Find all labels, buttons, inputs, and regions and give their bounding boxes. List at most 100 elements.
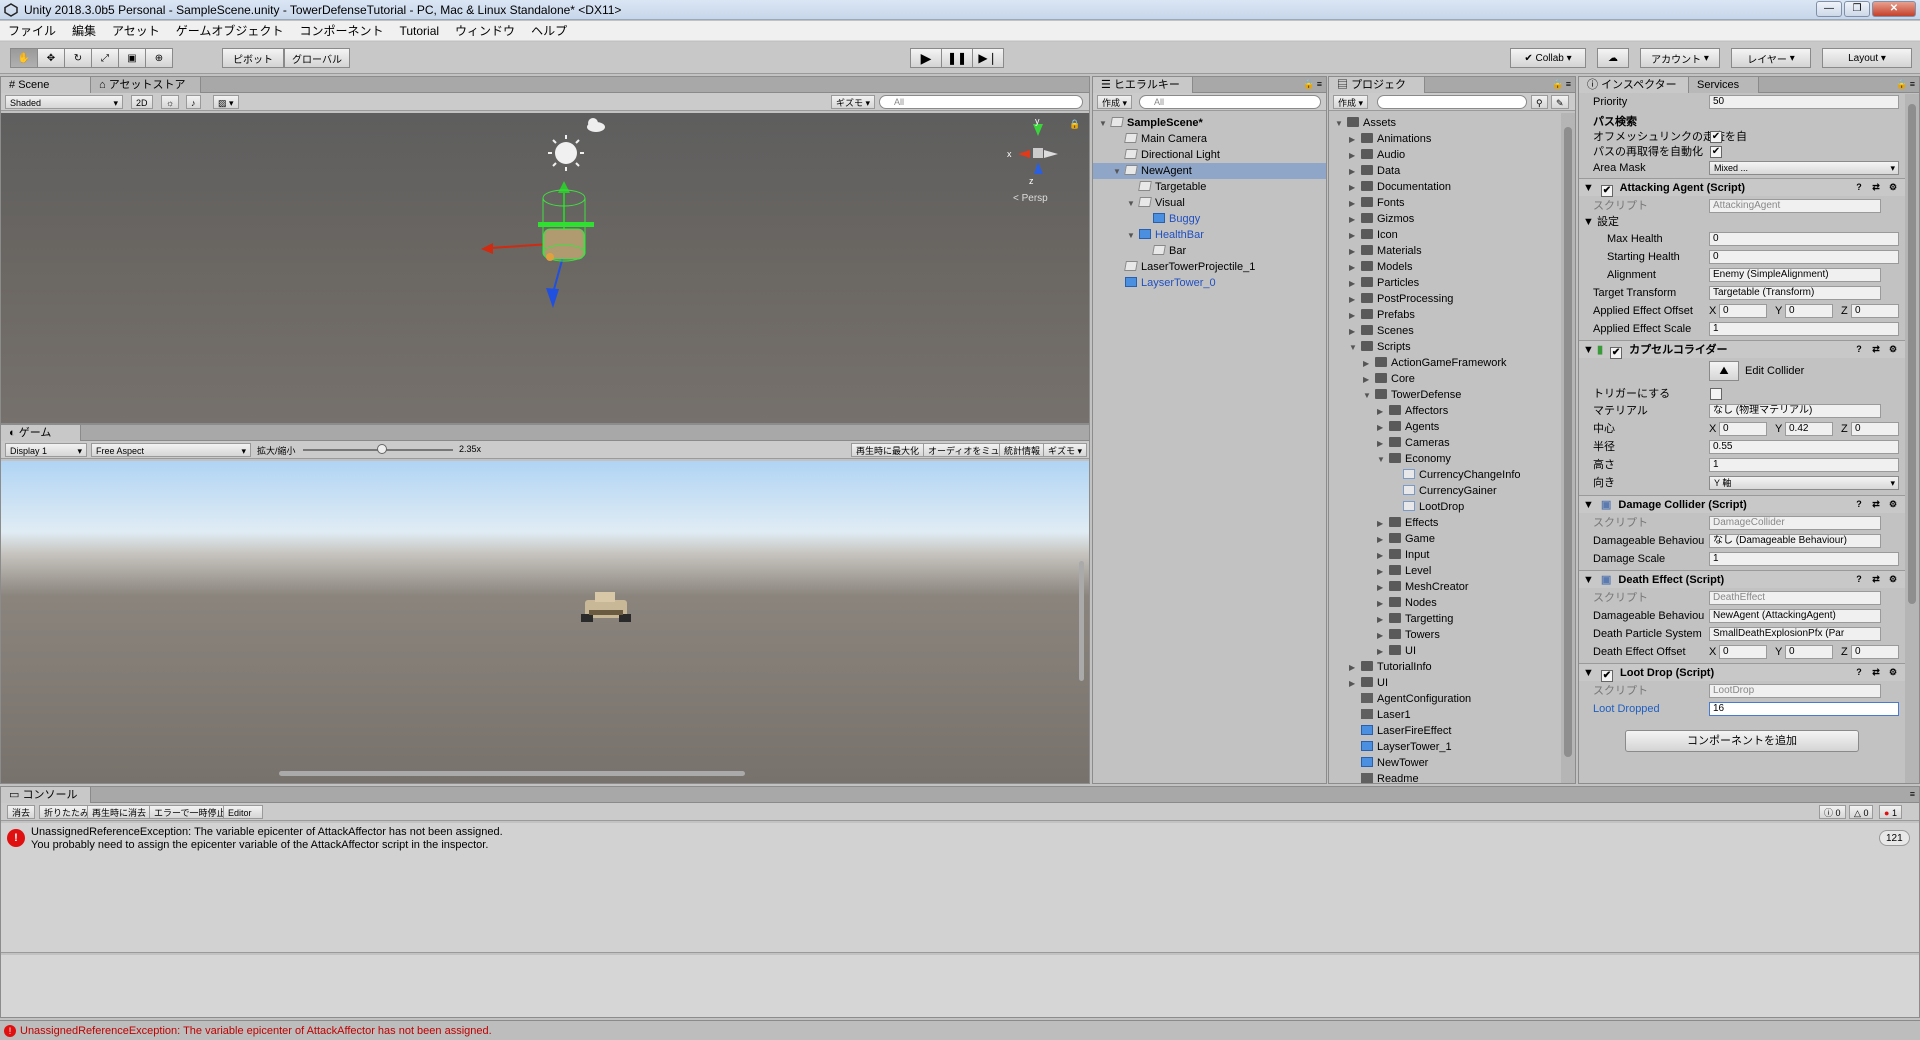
settings-gear-icon[interactable]: ⚙: [1887, 343, 1899, 355]
tab-console[interactable]: ▭ コンソール: [1, 787, 91, 803]
project-item[interactable]: LootDrop: [1329, 499, 1559, 515]
settings-gear-icon[interactable]: ⚙: [1887, 181, 1899, 193]
preset-icon[interactable]: ⇄: [1870, 666, 1882, 678]
foldout-arrow-icon[interactable]: ▶: [1349, 164, 1361, 180]
account-dropdown[interactable]: アカウント ▾: [1640, 48, 1720, 68]
project-item[interactable]: ▶ UI: [1329, 675, 1559, 691]
foldout-arrow-icon[interactable]: ▶: [1349, 212, 1361, 228]
menu-edit[interactable]: 編集: [64, 22, 104, 39]
project-item[interactable]: ▶ Gizmos: [1329, 211, 1559, 227]
hierarchy-item[interactable]: Bar: [1093, 243, 1326, 259]
menu-window[interactable]: ウィンドウ: [447, 22, 523, 39]
foldout-arrow-icon[interactable]: ▶: [1363, 372, 1375, 388]
project-menu-icon[interactable]: 🔒 ≡: [1552, 79, 1571, 90]
hierarchy-item[interactable]: Main Camera: [1093, 131, 1326, 147]
project-item[interactable]: ▶ Level: [1329, 563, 1559, 579]
move-tool-icon[interactable]: ✥: [37, 48, 65, 68]
project-item[interactable]: ▶ Documentation: [1329, 179, 1559, 195]
menu-component[interactable]: コンポーネント: [291, 22, 391, 39]
foldout-arrow-icon[interactable]: ▶: [1377, 580, 1389, 596]
project-item[interactable]: ▶ MeshCreator: [1329, 579, 1559, 595]
foldout-arrow-icon[interactable]: ▼: [1127, 228, 1139, 244]
project-item[interactable]: LayserTower_1: [1329, 739, 1559, 755]
death-behaviour-field[interactable]: NewAgent (AttackingAgent): [1709, 609, 1881, 623]
audio-icon[interactable]: ♪: [186, 95, 201, 109]
help-icon[interactable]: ?: [1853, 343, 1865, 355]
foldout-arrow-icon[interactable]: ▶: [1349, 324, 1361, 340]
log-entry[interactable]: ! UnassignedReferenceException: The vari…: [1, 823, 1919, 857]
foldout-arrow-icon[interactable]: ▶: [1349, 260, 1361, 276]
foldout-arrow-icon[interactable]: ▶: [1349, 292, 1361, 308]
game-viewport[interactable]: [1, 461, 1089, 783]
death-particle-field[interactable]: SmallDeathExplosionPfx (Par: [1709, 627, 1881, 641]
settings-gear-icon[interactable]: ⚙: [1887, 666, 1899, 678]
project-item[interactable]: ▶ Prefabs: [1329, 307, 1559, 323]
layout-dropdown[interactable]: Layout ▾: [1822, 48, 1912, 68]
height-field[interactable]: 1: [1709, 458, 1899, 472]
foldout-arrow-icon[interactable]: ▶: [1377, 596, 1389, 612]
warning-count-toggle[interactable]: △ 0: [1849, 805, 1874, 819]
project-item[interactable]: CurrencyChangeInfo: [1329, 467, 1559, 483]
close-button[interactable]: ✕: [1872, 1, 1916, 17]
target-transform-field[interactable]: Targetable (Transform): [1709, 286, 1881, 300]
offset-y-field[interactable]: 0: [1785, 304, 1833, 318]
foldout-arrow-icon[interactable]: ▶: [1349, 148, 1361, 164]
error-pause-button[interactable]: エラーで一時停止: [149, 805, 231, 819]
project-item[interactable]: ▶ Materials: [1329, 243, 1559, 259]
direction-dropdown[interactable]: Y 軸 ▾: [1709, 476, 1899, 490]
project-item[interactable]: ▶ Scenes: [1329, 323, 1559, 339]
area-mask-dropdown[interactable]: Mixed ... ▾: [1709, 161, 1899, 175]
effects-icon[interactable]: ▨ ▾: [213, 95, 239, 109]
project-item[interactable]: ▶ Affectors: [1329, 403, 1559, 419]
project-item[interactable]: ▶ Models: [1329, 259, 1559, 275]
settings-gear-icon[interactable]: ⚙: [1887, 573, 1899, 585]
foldout-arrow-icon[interactable]: ▶: [1349, 244, 1361, 260]
inspector-scrollbar[interactable]: [1905, 94, 1919, 783]
priority-field[interactable]: 50: [1709, 95, 1899, 109]
tab-project[interactable]: ▤ プロジェクト: [1329, 77, 1425, 107]
tab-inspector[interactable]: ⓘ インスペクター: [1579, 77, 1689, 93]
pause-button[interactable]: ❚❚: [941, 48, 973, 68]
menu-tutorial[interactable]: Tutorial: [391, 24, 447, 38]
death-offset-y-field[interactable]: 0: [1785, 645, 1833, 659]
hierarchy-item[interactable]: ▼ Visual: [1093, 195, 1326, 211]
project-item[interactable]: ▶ Core: [1329, 371, 1559, 387]
shading-dropdown[interactable]: Shaded ▾: [5, 95, 123, 109]
menu-gameobject[interactable]: ゲームオブジェクト: [168, 22, 292, 39]
damage-scale-field[interactable]: 1: [1709, 552, 1899, 566]
menu-file[interactable]: ファイル: [0, 22, 64, 39]
settings-gear-icon[interactable]: ⚙: [1887, 498, 1899, 510]
rotate-tool-icon[interactable]: ↻: [64, 48, 92, 68]
project-item[interactable]: ▼ Assets: [1329, 115, 1559, 131]
damage-collider-header[interactable]: ▼ ▣ Damage Collider (Script) ? ⇄ ⚙: [1579, 495, 1905, 513]
tab-game[interactable]: ◐ ゲーム: [1, 425, 81, 441]
damage-behaviour-field[interactable]: なし (Damageable Behaviour): [1709, 534, 1881, 548]
cloud-icon[interactable]: ☁: [1597, 48, 1629, 68]
death-offset-z-field[interactable]: 0: [1851, 645, 1899, 659]
tab-services[interactable]: Services: [1689, 77, 1759, 93]
project-item[interactable]: NewTower: [1329, 755, 1559, 771]
autorepath-checkbox[interactable]: ✔: [1710, 146, 1722, 158]
foldout-arrow-icon[interactable]: ▼: [1377, 452, 1389, 468]
preset-icon[interactable]: ⇄: [1870, 181, 1882, 193]
stats-toggle[interactable]: 統計情報: [999, 443, 1046, 457]
project-item[interactable]: LaserFireEffect: [1329, 723, 1559, 739]
foldout-arrow-icon[interactable]: ▶: [1377, 532, 1389, 548]
foldout-arrow-icon[interactable]: ▶: [1377, 436, 1389, 452]
project-item[interactable]: ▶ Nodes: [1329, 595, 1559, 611]
foldout-arrow-icon[interactable]: ▶: [1349, 676, 1361, 692]
hierarchy-item[interactable]: Directional Light: [1093, 147, 1326, 163]
center-z-field[interactable]: 0: [1851, 422, 1899, 436]
project-create-dropdown[interactable]: 作成 ▾: [1333, 95, 1369, 109]
foldout-arrow-icon[interactable]: ▶: [1377, 404, 1389, 420]
project-item[interactable]: ▶ Audio: [1329, 147, 1559, 163]
loot-drop-enabled-checkbox[interactable]: ✔: [1600, 670, 1613, 682]
hierarchy-search-input[interactable]: All: [1139, 95, 1321, 109]
foldout-arrow-icon[interactable]: ▶: [1377, 548, 1389, 564]
capsule-collider-header[interactable]: ▼ ▮ ✔ カプセルコライダー ? ⇄ ⚙: [1579, 340, 1905, 359]
minimize-button[interactable]: —: [1816, 1, 1842, 17]
project-item[interactable]: Readme: [1329, 771, 1559, 783]
foldout-arrow-icon[interactable]: ▼: [1335, 116, 1347, 132]
add-component-button[interactable]: コンポーネントを追加: [1625, 730, 1859, 752]
project-item[interactable]: ▶ Input: [1329, 547, 1559, 563]
